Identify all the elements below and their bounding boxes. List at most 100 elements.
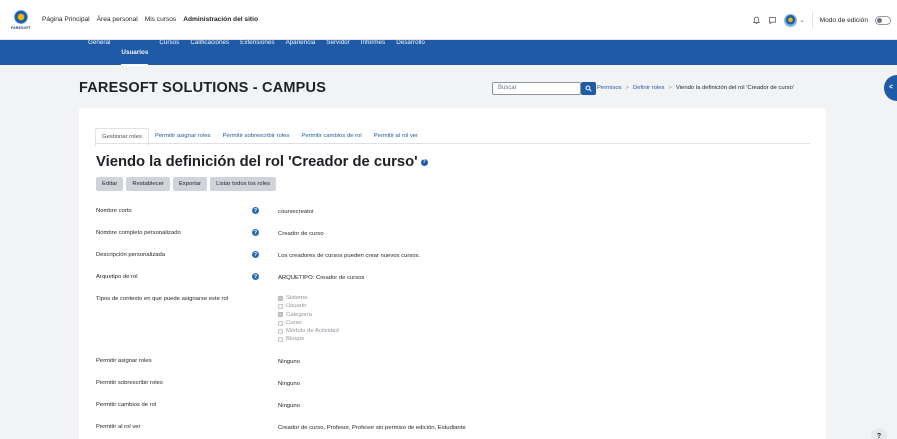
- field-label: Permitir asignar roles: [96, 358, 152, 364]
- nav-item-my-courses[interactable]: Mis cursos: [145, 16, 177, 23]
- nav-item-home[interactable]: Página Principal: [42, 16, 90, 23]
- field-label: Permitir sobrescribir roles: [96, 380, 163, 386]
- chat-icon[interactable]: [768, 16, 777, 25]
- search-button[interactable]: [581, 82, 596, 95]
- help-icon[interactable]: ?: [252, 273, 259, 280]
- edit-button[interactable]: Editar: [96, 177, 124, 191]
- field-value: Ninguno: [278, 381, 300, 387]
- field-row: Descripción personalizada ? Los creadore…: [96, 244, 796, 266]
- field-label: Permitir al rol ver: [96, 424, 141, 430]
- field-value: Creador de curso: [278, 231, 324, 237]
- field-label: Permitir cambios de rol: [96, 402, 157, 408]
- context-option: Usuario: [278, 302, 339, 310]
- checkbox: [278, 312, 283, 318]
- context-types-list: Sistema Usuario Categoría Curso Módulo d…: [278, 294, 339, 344]
- context-option: Sistema: [278, 294, 339, 302]
- breadcrumb-separator-icon: >: [625, 85, 630, 91]
- context-option-label: Módulo de Actividad: [286, 328, 339, 335]
- breadcrumb-separator-icon: >: [668, 85, 672, 91]
- checkbox: [278, 303, 283, 309]
- logo-text: FARESOFT: [11, 25, 31, 30]
- divider: [811, 12, 813, 28]
- admin-tab-server[interactable]: Servidor: [326, 39, 349, 66]
- field-row: Permitir cambios de rol Ninguno: [96, 394, 796, 416]
- block-drawer-toggle[interactable]: <: [884, 75, 897, 101]
- checkbox: [278, 295, 283, 301]
- admin-tab-reports[interactable]: Informes: [361, 39, 386, 66]
- breadcrumb-current: Viendo la definición del rol 'Creador de…: [675, 85, 794, 91]
- primary-navigation: Página Principal Área personal Mis curso…: [42, 16, 258, 23]
- field-row: Permitir sobrescribir roles Ninguno: [96, 372, 796, 394]
- chevron-left-icon: <: [889, 84, 894, 91]
- admin-tab-users[interactable]: Usuarios: [121, 49, 149, 66]
- breadcrumb-link-permissions[interactable]: Permisos: [597, 85, 622, 91]
- checkbox: [278, 337, 283, 343]
- field-row: Arquetipo de rol ? ARQUETIPO: Creador de…: [96, 266, 796, 288]
- admin-navigation-bar: General Usuarios Cursos Calificaciones E…: [0, 39, 897, 66]
- context-option: Módulo de Actividad: [278, 327, 339, 335]
- admin-tab-appearance[interactable]: Apariencia: [285, 39, 315, 66]
- page-title: FARESOFT SOLUTIONS - CAMPUS: [79, 80, 327, 96]
- admin-tab-development[interactable]: Desarrollo: [396, 39, 425, 66]
- admin-tab-general[interactable]: General: [88, 39, 110, 66]
- checkbox: [278, 320, 283, 326]
- admin-tab-plugins[interactable]: Extensiones: [240, 39, 274, 66]
- role-heading-text: Viendo la definición del rol 'Creador de…: [96, 154, 418, 170]
- field-row: Nombre completo personalizado ? Creador …: [96, 222, 796, 244]
- field-row: Nombre corto ? coursecreator: [96, 200, 796, 222]
- main-content-card: Gestionar roles Permitir asignar roles P…: [79, 108, 826, 439]
- context-option: Bloque: [278, 335, 339, 343]
- chevron-down-icon: ⌄: [799, 17, 805, 24]
- reset-button[interactable]: Restablecer: [126, 177, 170, 191]
- role-definition-table: Nombre corto ? coursecreator Nombre comp…: [96, 200, 796, 438]
- edit-mode-label: Modo de edición: [819, 16, 868, 24]
- field-label: Nombre corto: [96, 208, 132, 214]
- context-types-row: Tipos de contexto en que puede asignarse…: [96, 288, 796, 350]
- search-icon: [585, 85, 592, 92]
- list-all-roles-button[interactable]: Listar todos los roles: [210, 177, 277, 191]
- context-option-label: Usuario: [286, 303, 307, 310]
- top-navbar: FARESOFT Página Principal Área personal …: [0, 0, 897, 40]
- help-button[interactable]: ?: [871, 428, 887, 439]
- context-option-label: Sistema: [286, 295, 308, 301]
- site-logo[interactable]: FARESOFT: [8, 5, 34, 35]
- field-value: coursecreator: [278, 209, 315, 215]
- export-button[interactable]: Exportar: [172, 177, 208, 191]
- field-label: Tipos de contexto en que puede asignarse…: [96, 296, 229, 302]
- field-row: Permitir al rol ver Creador de curso, Pr…: [96, 416, 796, 438]
- context-option-label: Curso: [286, 319, 302, 326]
- admin-tab-courses[interactable]: Cursos: [159, 39, 179, 66]
- checkbox: [278, 328, 283, 334]
- field-row: Permitir asignar roles Ninguno: [96, 350, 796, 372]
- help-icon[interactable]: ?: [252, 229, 259, 236]
- field-value: Creador de curso, Profesor, Profesor sin…: [278, 425, 466, 431]
- role-heading: Viendo la definición del rol 'Creador de…: [96, 154, 428, 170]
- context-option: Curso: [278, 319, 339, 327]
- field-label: Descripción personalizada: [96, 252, 166, 258]
- user-menu[interactable]: ⌄: [783, 13, 805, 27]
- context-option: Categoría: [278, 311, 339, 319]
- topbar-right: ⌄ Modo de edición: [752, 0, 891, 40]
- field-label: Arquetipo de rol: [96, 274, 138, 280]
- help-icon[interactable]: ?: [252, 207, 259, 214]
- field-value: ARQUETIPO: Creador de cursos: [278, 275, 365, 281]
- nav-item-dashboard[interactable]: Área personal: [97, 16, 138, 23]
- field-label: Nombre completo personalizado: [96, 230, 181, 236]
- help-icon[interactable]: ?: [252, 251, 259, 258]
- context-option-label: Bloque: [286, 336, 305, 343]
- field-value: Ninguno: [278, 359, 300, 365]
- breadcrumb: Permisos > Definir roles > Viendo la def…: [597, 85, 794, 91]
- search-input[interactable]: Buscar: [492, 82, 581, 95]
- avatar: [783, 13, 797, 27]
- nav-item-site-admin[interactable]: Administración del sitio: [183, 16, 258, 23]
- field-value: Ninguno: [278, 403, 300, 409]
- logo-icon: [14, 9, 28, 24]
- tabs-divider: [95, 143, 810, 144]
- admin-tab-grades[interactable]: Calificaciones: [190, 39, 229, 66]
- breadcrumb-link-define-roles[interactable]: Definir roles: [633, 85, 664, 91]
- bell-icon[interactable]: [752, 16, 761, 25]
- context-option-label: Categoría: [286, 311, 312, 318]
- edit-mode-toggle[interactable]: [875, 15, 891, 25]
- help-icon[interactable]: ?: [420, 158, 428, 166]
- field-value: Los creadores de cursos pueden crear nue…: [278, 253, 421, 259]
